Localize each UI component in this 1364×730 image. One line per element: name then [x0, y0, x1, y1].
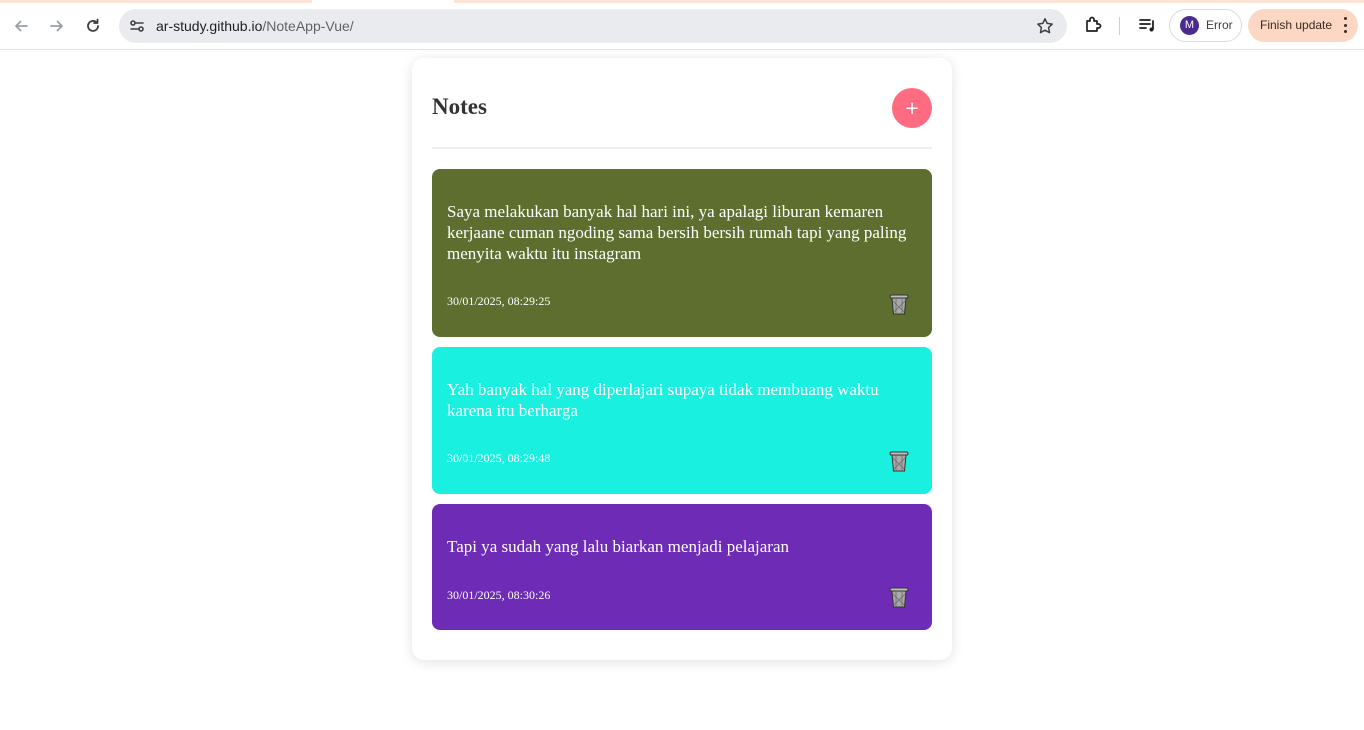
note-timestamp: 30/01/2025, 08:29:48	[447, 451, 551, 465]
note-item: Tapi ya sudah yang lalu biarkan menjadi …	[432, 504, 932, 630]
tab-strip	[0, 0, 1364, 3]
note-text: Yah banyak hal yang diperlajari supaya t…	[447, 380, 879, 420]
address-bar[interactable]: ar-study.github.io/NoteApp-Vue/	[119, 9, 1067, 43]
media-controls-icon	[1139, 19, 1154, 32]
browser-toolbar: ar-study.github.io/NoteApp-Vue/ M Error …	[0, 0, 1364, 50]
back-icon	[15, 20, 28, 32]
site-info-icon	[130, 20, 144, 32]
bookmark-star-icon	[1037, 18, 1053, 34]
url-path: /NoteApp-Vue/	[262, 18, 354, 34]
url-host: ar-study.github.io	[156, 18, 263, 34]
add-note-button[interactable]: +	[892, 88, 932, 128]
header-divider	[432, 147, 932, 149]
extensions-icon	[1086, 16, 1102, 32]
notes-card: Notes + Saya melakukan banyak hal hari i…	[412, 58, 952, 660]
profile-status-label: Error	[1206, 18, 1233, 32]
url-text[interactable]: ar-study.github.io/NoteApp-Vue/	[156, 18, 354, 34]
note-item: Yah banyak hal yang diperlajari supaya t…	[432, 347, 932, 494]
more-vert-icon[interactable]	[1342, 17, 1348, 33]
reload-button[interactable]	[79, 12, 107, 40]
reload-icon	[87, 18, 99, 32]
page-title: Notes	[432, 94, 487, 119]
bookmark-button[interactable]	[1035, 16, 1055, 36]
note-timestamp: 30/01/2025, 08:30:26	[447, 588, 551, 602]
delete-note-button[interactable]	[888, 449, 910, 473]
toolbar-divider	[1119, 17, 1120, 35]
trash-icon	[889, 587, 909, 608]
back-button[interactable]	[7, 12, 35, 40]
note-text: Saya melakukan banyak hal hari ini, ya a…	[447, 202, 907, 263]
note-text: Tapi ya sudah yang lalu biarkan menjadi …	[447, 537, 789, 556]
extensions-button[interactable]	[1081, 13, 1105, 37]
delete-note-button[interactable]	[888, 585, 910, 609]
finish-update-button[interactable]: Finish update	[1248, 9, 1358, 42]
site-info-button[interactable]	[125, 14, 149, 38]
media-controls-button[interactable]	[1135, 13, 1159, 37]
note-timestamp: 30/01/2025, 08:29:25	[447, 294, 551, 308]
forward-button[interactable]	[43, 12, 71, 40]
note-item: Saya melakukan banyak hal hari ini, ya a…	[432, 169, 932, 337]
delete-note-button[interactable]	[888, 292, 910, 316]
finish-update-label: Finish update	[1260, 18, 1333, 32]
trash-icon	[889, 451, 909, 472]
avatar: M	[1180, 16, 1199, 35]
trash-icon	[889, 294, 909, 315]
forward-icon	[50, 20, 63, 32]
profile-button[interactable]: M Error	[1169, 9, 1242, 42]
